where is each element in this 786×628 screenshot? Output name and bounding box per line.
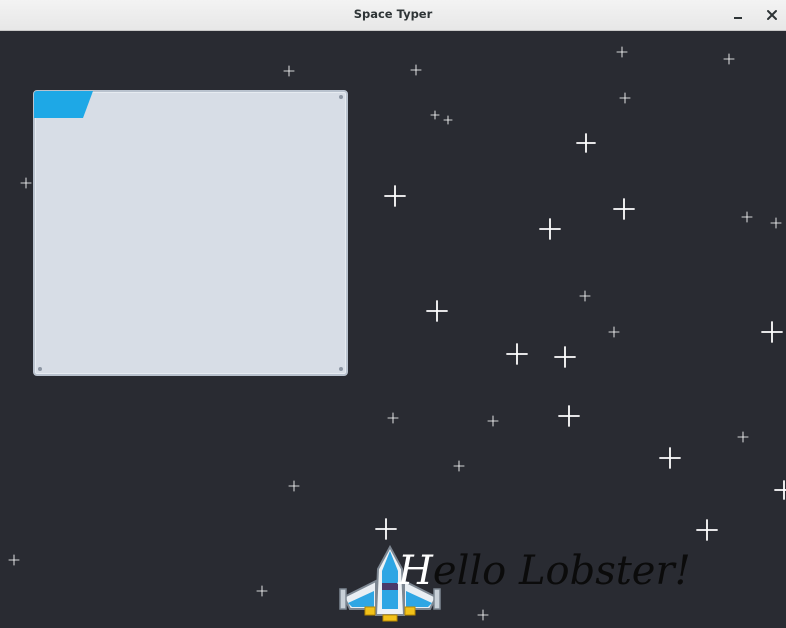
star xyxy=(613,198,635,220)
remaining-letters: ello Lobster! xyxy=(432,548,691,594)
star xyxy=(256,585,268,597)
minimize-icon xyxy=(734,17,742,19)
star xyxy=(539,218,561,240)
panel-rivet xyxy=(339,367,343,371)
close-icon xyxy=(767,10,777,20)
star xyxy=(576,133,596,153)
game-scene[interactable]: Hello Lobster! xyxy=(0,31,786,628)
star xyxy=(723,53,735,65)
star xyxy=(770,217,782,229)
panel-tab xyxy=(34,91,93,118)
typed-letters: H xyxy=(398,548,433,594)
star xyxy=(430,110,440,120)
star xyxy=(619,92,631,104)
game-window: Space Typer Hello Lobster! xyxy=(0,0,786,628)
star xyxy=(283,65,295,77)
star xyxy=(288,480,300,492)
star xyxy=(579,290,591,302)
star xyxy=(375,518,397,540)
star xyxy=(696,519,718,541)
star xyxy=(20,177,32,189)
minimize-button[interactable] xyxy=(728,5,748,25)
star xyxy=(8,554,20,566)
star xyxy=(558,405,580,427)
star xyxy=(761,321,783,343)
star xyxy=(659,447,681,469)
star xyxy=(774,480,786,500)
star xyxy=(426,300,448,322)
close-button[interactable] xyxy=(762,5,782,25)
window-title: Space Typer xyxy=(353,7,433,21)
star xyxy=(487,415,499,427)
star xyxy=(384,185,406,207)
panel-rivet xyxy=(38,367,42,371)
star xyxy=(477,609,489,621)
star xyxy=(554,346,576,368)
star xyxy=(387,412,399,424)
star xyxy=(616,46,628,58)
star xyxy=(506,343,528,365)
star xyxy=(741,211,753,223)
title-bar: Space Typer xyxy=(0,0,786,31)
star xyxy=(410,64,422,76)
star xyxy=(737,431,749,443)
star xyxy=(453,460,465,472)
star xyxy=(443,115,453,125)
target-word: Hello Lobster! xyxy=(398,543,691,599)
score-panel xyxy=(33,90,348,376)
panel-rivet xyxy=(339,95,343,99)
star xyxy=(608,326,620,338)
